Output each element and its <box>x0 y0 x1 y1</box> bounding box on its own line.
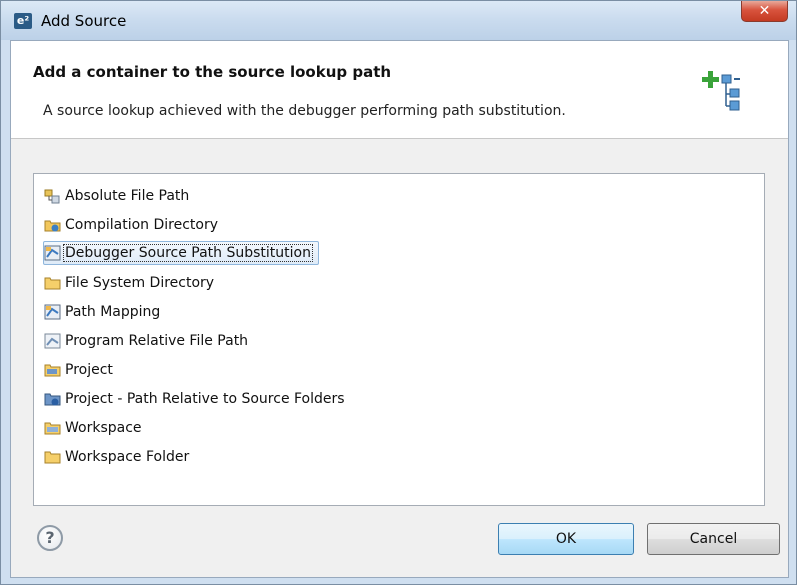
close-icon: ✕ <box>758 3 771 19</box>
list-item-file-system-directory[interactable]: File System Directory <box>44 271 215 295</box>
list-item-workspace[interactable]: Workspace <box>44 416 143 440</box>
list-item-project-path-relative[interactable]: Project - Path Relative to Source Folder… <box>44 387 346 411</box>
ok-button[interactable]: OK <box>498 523 634 555</box>
item-label: Path Mapping <box>65 304 161 320</box>
compilation-directory-icon <box>44 220 61 232</box>
list-item-program-relative-file-path[interactable]: Program Relative File Path <box>44 329 249 353</box>
list-item-compilation-directory[interactable]: Compilation Directory <box>44 213 219 237</box>
folder-icon <box>44 277 61 290</box>
app-icon: e² <box>14 13 32 29</box>
cancel-button[interactable]: Cancel <box>647 523 780 555</box>
program-relative-icon <box>44 333 61 349</box>
wizard-header: Add a container to the source lookup pat… <box>11 41 788 139</box>
header-description: A source lookup achieved with the debugg… <box>43 103 566 119</box>
list-item-debugger-source-path-substitution[interactable]: Debugger Source Path Substitution <box>43 241 319 265</box>
item-label: Program Relative File Path <box>65 333 249 349</box>
workspace-folder-icon <box>44 451 61 464</box>
help-icon: ? <box>45 528 55 547</box>
title-bar[interactable]: e² Add Source ✕ <box>1 1 796 40</box>
item-label: Compilation Directory <box>65 217 219 233</box>
absolute-file-path-icon <box>44 189 60 204</box>
item-label: Workspace Folder <box>65 449 190 465</box>
add-source-container-icon <box>702 71 740 111</box>
path-substitution-icon <box>44 245 61 261</box>
header-title: Add a container to the source lookup pat… <box>33 63 392 81</box>
list-item-path-mapping[interactable]: Path Mapping <box>44 300 161 324</box>
path-mapping-icon <box>44 304 61 320</box>
close-button[interactable]: ✕ <box>741 1 788 22</box>
project-folder-icon <box>44 364 61 377</box>
item-label: Project <box>65 362 113 378</box>
list-item-absolute-file-path[interactable]: Absolute File Path <box>44 184 190 208</box>
dialog-body: Add a container to the source lookup pat… <box>10 40 789 578</box>
item-label: Absolute File Path <box>65 188 190 204</box>
item-label: File System Directory <box>65 275 215 291</box>
item-label: Project - Path Relative to Source Folder… <box>65 391 345 407</box>
item-label: Debugger Source Path Substitution <box>63 244 313 262</box>
workspace-icon <box>44 422 61 435</box>
list-item-project[interactable]: Project <box>44 358 114 382</box>
list-item-workspace-folder[interactable]: Workspace Folder <box>44 445 190 469</box>
source-type-list[interactable]: Absolute File Path Compilation Directory… <box>33 173 765 506</box>
add-source-dialog: e² Add Source ✕ Add a container to the s… <box>0 0 797 585</box>
help-button[interactable]: ? <box>37 525 63 551</box>
project-relative-icon <box>44 393 61 406</box>
item-label: Workspace <box>65 420 142 436</box>
window-title: Add Source <box>41 12 127 30</box>
